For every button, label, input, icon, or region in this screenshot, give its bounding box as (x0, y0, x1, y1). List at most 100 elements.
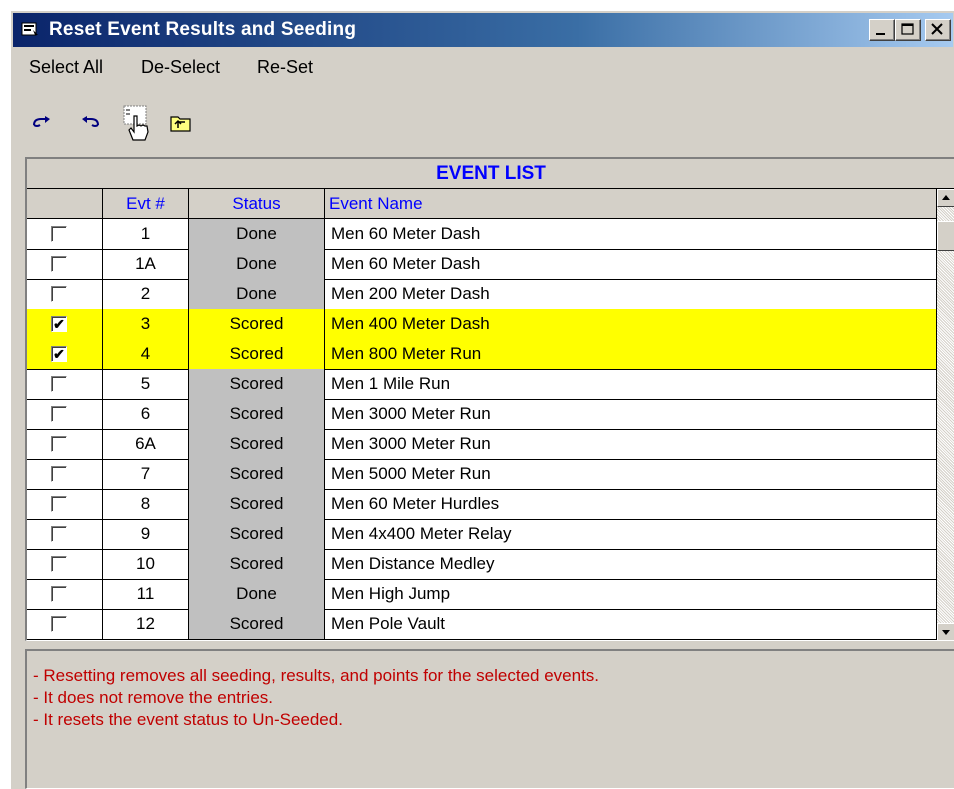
folder-up-icon (170, 116, 191, 132)
table-row[interactable]: ✔ 3 Scored Men 400 Meter Dash (27, 309, 937, 340)
menu-deselect[interactable]: De-Select (141, 57, 220, 78)
table-row[interactable]: 12 Scored Men Pole Vault (27, 609, 937, 640)
header-status[interactable]: Status (189, 189, 325, 218)
header-evt-number[interactable]: Evt # (103, 189, 189, 218)
row-checkbox[interactable] (51, 436, 67, 452)
row-checkbox[interactable] (51, 496, 67, 512)
evt-number-cell: 6 (103, 399, 189, 430)
row-select-cell[interactable]: ✔ (27, 309, 103, 340)
row-select-cell[interactable] (27, 579, 103, 610)
grid-caption: EVENT LIST (27, 159, 954, 189)
row-checkbox[interactable] (51, 286, 67, 302)
row-select-cell[interactable] (27, 219, 103, 250)
row-checkbox[interactable] (51, 406, 67, 422)
row-checkbox[interactable] (51, 586, 67, 602)
event-name-cell: Men 3000 Meter Run (325, 399, 937, 430)
notes-panel: - Resetting removes all seeding, results… (25, 649, 954, 789)
table-row[interactable]: 1 Done Men 60 Meter Dash (27, 219, 937, 250)
title-bar[interactable]: Reset Event Results and Seeding (13, 13, 953, 47)
row-select-cell[interactable] (27, 489, 103, 520)
table-row[interactable]: 11 Done Men High Jump (27, 579, 937, 610)
row-checkbox[interactable] (51, 556, 67, 572)
arrow-up-icon (942, 195, 950, 200)
status-cell: Scored (189, 519, 325, 550)
row-select-cell[interactable] (27, 519, 103, 550)
table-row[interactable]: 10 Scored Men Distance Medley (27, 549, 937, 580)
row-checkbox[interactable] (51, 256, 67, 272)
status-cell: Scored (189, 609, 325, 640)
event-list-grid[interactable]: EVENT LIST Evt # Status Event Name 1 Done… (25, 157, 954, 641)
row-select-cell[interactable]: ✔ (27, 339, 103, 370)
app-icon (21, 22, 38, 36)
row-checkbox[interactable]: ✔ (51, 316, 67, 332)
row-checkbox[interactable] (51, 466, 67, 482)
status-cell: Scored (189, 339, 325, 370)
note-line: - Resetting removes all seeding, results… (33, 666, 600, 685)
row-select-cell[interactable] (27, 609, 103, 640)
close-icon (931, 23, 943, 35)
row-select-cell[interactable] (27, 279, 103, 310)
table-row[interactable]: 5 Scored Men 1 Mile Run (27, 369, 937, 400)
row-select-cell[interactable] (27, 549, 103, 580)
maximize-button[interactable] (895, 19, 921, 41)
table-row[interactable]: ✔ 4 Scored Men 800 Meter Run (27, 339, 937, 370)
evt-number-cell: 12 (103, 609, 189, 640)
event-name-cell: Men 1 Mile Run (325, 369, 937, 400)
row-select-cell[interactable] (27, 399, 103, 430)
minimize-icon (876, 33, 885, 35)
status-cell: Done (189, 219, 325, 250)
event-name-cell: Men 4x400 Meter Relay (325, 519, 937, 550)
evt-number-cell: 3 (103, 309, 189, 340)
status-cell: Scored (189, 549, 325, 580)
table-row[interactable]: 2 Done Men 200 Meter Dash (27, 279, 937, 310)
scroll-down-button[interactable] (937, 623, 954, 640)
select-hand-button[interactable] (117, 103, 157, 143)
status-cell: Scored (189, 309, 325, 340)
table-row[interactable]: 6 Scored Men 3000 Meter Run (27, 399, 937, 430)
evt-number-cell: 11 (103, 579, 189, 610)
evt-number-cell: 2 (103, 279, 189, 310)
row-select-cell[interactable] (27, 459, 103, 490)
vertical-scrollbar[interactable] (937, 189, 954, 640)
table-row[interactable]: 1A Done Men 60 Meter Dash (27, 249, 937, 280)
status-cell: Done (189, 249, 325, 280)
header-event-name[interactable]: Event Name (325, 189, 937, 218)
minimize-button[interactable] (869, 19, 895, 41)
close-button[interactable] (925, 19, 951, 41)
table-row[interactable]: 9 Scored Men 4x400 Meter Relay (27, 519, 937, 550)
row-select-cell[interactable] (27, 429, 103, 460)
status-cell: Done (189, 279, 325, 310)
evt-number-cell: 10 (103, 549, 189, 580)
event-name-cell: Men 3000 Meter Run (325, 429, 937, 460)
event-name-cell: Men Pole Vault (325, 609, 937, 640)
row-select-cell[interactable] (27, 369, 103, 400)
scroll-up-button[interactable] (937, 189, 954, 207)
row-checkbox[interactable] (51, 226, 67, 242)
event-name-cell: Men 800 Meter Run (325, 339, 937, 370)
menu-select-all[interactable]: Select All (29, 57, 103, 78)
folder-up-button[interactable] (165, 103, 197, 143)
undo-icon (82, 116, 99, 127)
row-checkbox[interactable]: ✔ (51, 346, 67, 362)
status-cell: Scored (189, 399, 325, 430)
status-cell: Scored (189, 369, 325, 400)
status-cell: Scored (189, 459, 325, 490)
row-checkbox[interactable] (51, 376, 67, 392)
row-select-cell[interactable] (27, 249, 103, 280)
redo-button[interactable] (27, 103, 57, 143)
scroll-thumb[interactable] (937, 221, 954, 251)
status-cell: Done (189, 579, 325, 610)
row-checkbox[interactable] (51, 526, 67, 542)
arrow-down-icon (942, 630, 950, 635)
table-row[interactable]: 7 Scored Men 5000 Meter Run (27, 459, 937, 490)
evt-number-cell: 1 (103, 219, 189, 250)
toolbar (13, 103, 313, 143)
evt-number-cell: 9 (103, 519, 189, 550)
status-cell: Scored (189, 489, 325, 520)
menu-reset[interactable]: Re-Set (257, 57, 313, 78)
row-checkbox[interactable] (51, 616, 67, 632)
table-row[interactable]: 6A Scored Men 3000 Meter Run (27, 429, 937, 460)
table-row[interactable]: 8 Scored Men 60 Meter Hurdles (27, 489, 937, 520)
evt-number-cell: 4 (103, 339, 189, 370)
undo-button[interactable] (75, 103, 105, 143)
